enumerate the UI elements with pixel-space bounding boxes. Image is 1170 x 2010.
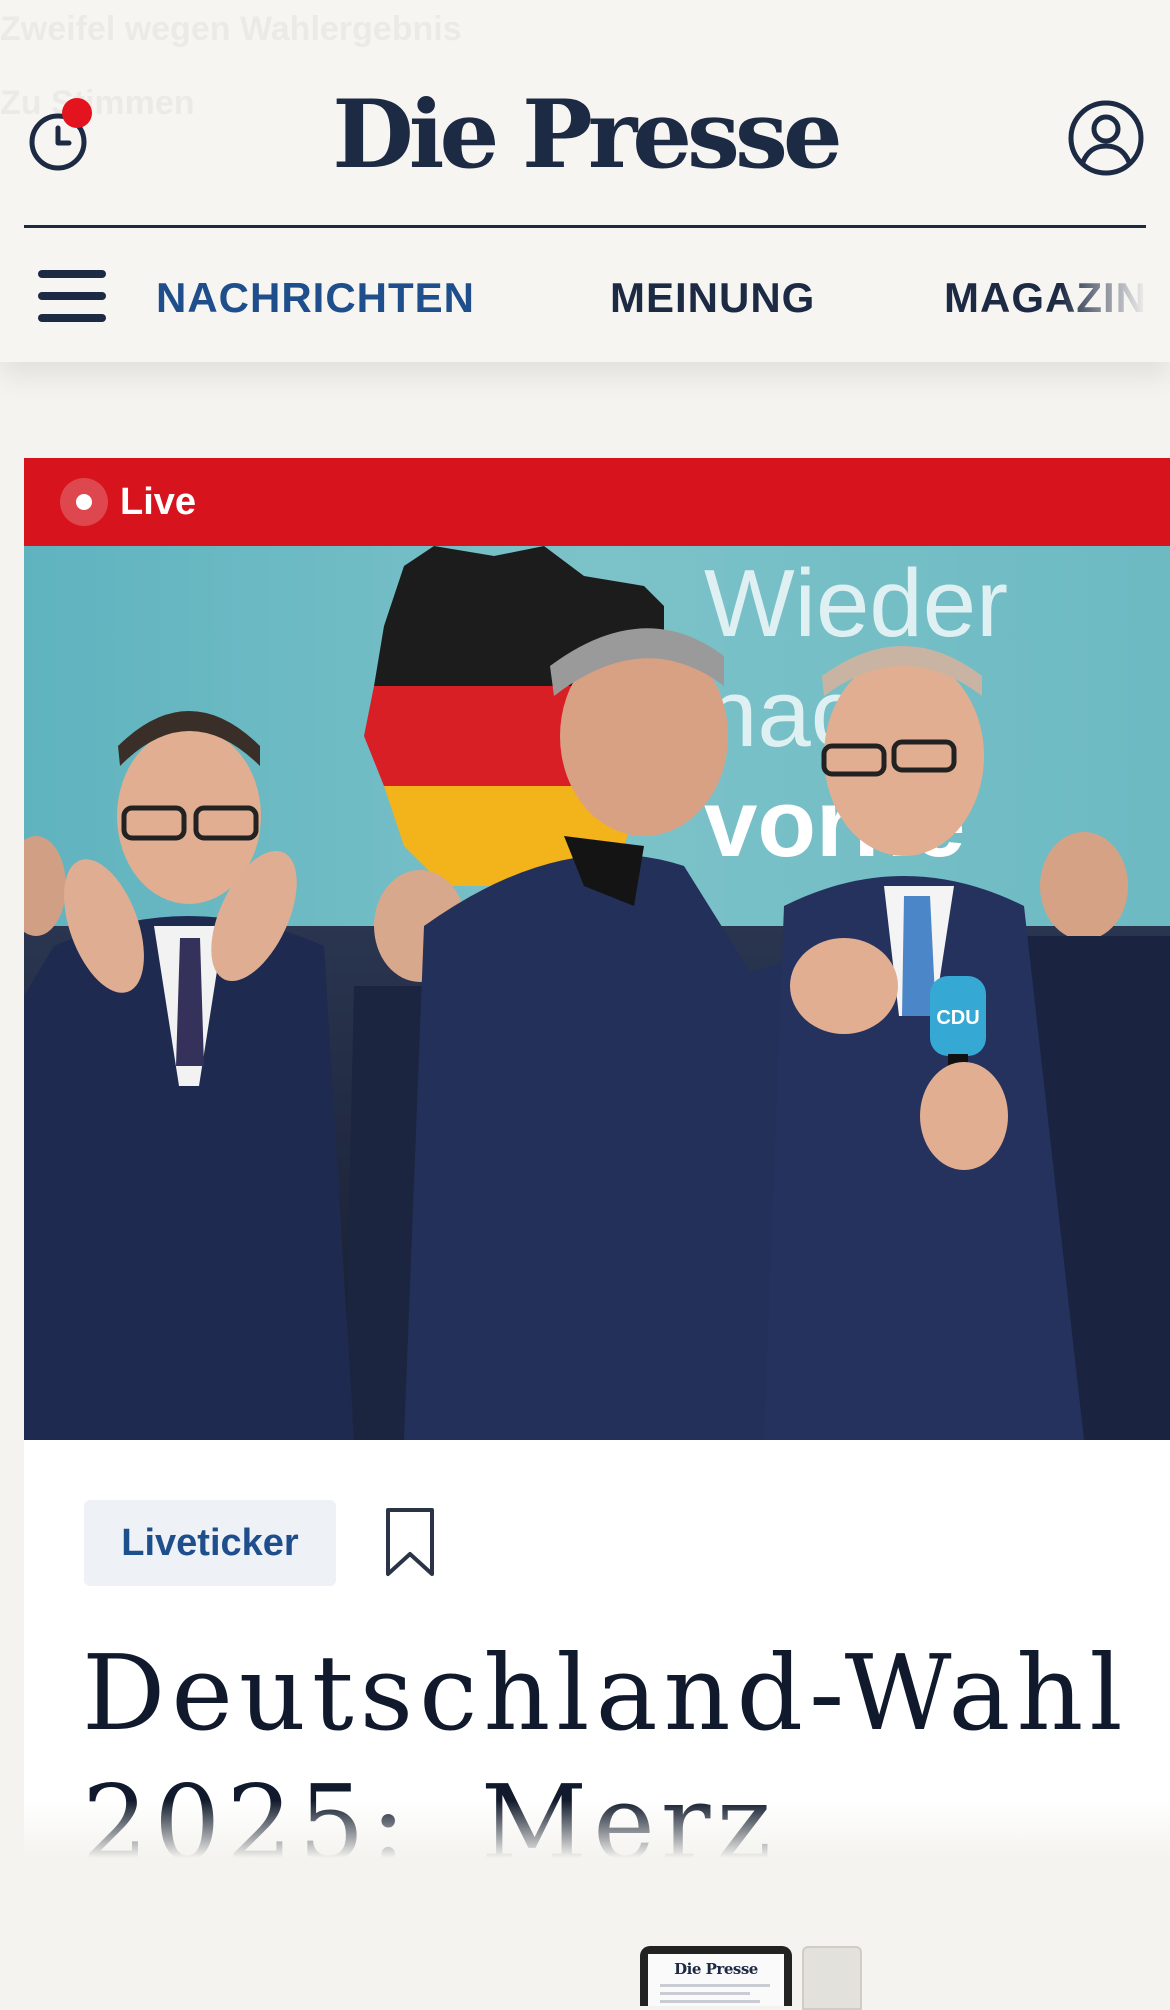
history-button[interactable] <box>28 98 94 178</box>
live-indicator-icon <box>60 478 108 526</box>
site-logo[interactable]: Die Presse <box>300 80 870 190</box>
user-circle-icon <box>1068 100 1144 176</box>
tag-label: Liveticker <box>121 1522 299 1564</box>
bottom-fade <box>0 1800 1170 1858</box>
headline-line-1: Deutschland-Wahl <box>82 1632 1129 1754</box>
nav-item-meinung[interactable]: MEINUNG <box>610 268 815 328</box>
mic-label: CDU <box>936 1007 979 1029</box>
live-label: Live <box>120 481 197 523</box>
live-banner: Live <box>24 458 1170 546</box>
backdrop-text-1: Wieder <box>704 550 1008 657</box>
bookmark-button[interactable] <box>382 1504 438 1580</box>
hero-photo: Wieder nach vorne CDU <box>24 546 1170 1440</box>
hamburger-menu-icon[interactable] <box>38 270 106 322</box>
ghost-headline-1: Zweifel wegen Wahlergebnis <box>0 10 462 48</box>
liveticker-tag[interactable]: Liveticker <box>84 1500 336 1586</box>
site-header: Zweifel wegen Wahlergebnis Zu Stimmen Di… <box>0 0 1170 362</box>
bookmark-icon <box>386 1508 434 1576</box>
header-divider <box>24 225 1146 228</box>
nav-scroll-fade <box>1060 252 1170 342</box>
promo-device-image: Die Presse <box>636 1946 866 2010</box>
account-button[interactable] <box>1066 98 1146 178</box>
notification-dot <box>62 98 92 128</box>
nav-item-nachrichten[interactable]: NACHRICHTEN <box>156 268 475 328</box>
hero-image[interactable]: Wieder nach vorne CDU <box>24 546 1170 1440</box>
promo-newspaper-icon <box>802 1946 862 2010</box>
subscription-promo-strip[interactable]: Die Presse <box>0 1858 1170 2010</box>
promo-logo: Die Presse <box>674 1960 758 1978</box>
article-card: Live Wieder nach vorne CDU Liveticker De… <box>24 458 1170 1878</box>
promo-tablet-icon: Die Presse <box>640 1946 792 2006</box>
